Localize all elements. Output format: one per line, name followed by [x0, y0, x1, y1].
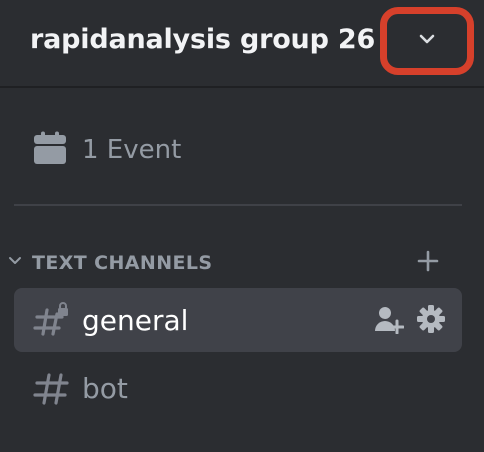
channel-general[interactable]: general — [14, 288, 462, 352]
channel-name: general — [82, 303, 189, 337]
server-header[interactable]: rapidanalysis group 26 — [0, 0, 484, 88]
channel-name: bot — [82, 371, 128, 405]
category-label: TEXT CHANNELS — [32, 252, 213, 274]
channel-bot[interactable]: bot — [14, 356, 462, 420]
gear-icon[interactable] — [414, 302, 448, 336]
invite-icon[interactable] — [372, 302, 406, 336]
chevron-down-icon — [415, 27, 439, 55]
hash-icon — [32, 370, 72, 410]
server-dropdown-button[interactable] — [380, 7, 474, 75]
events-link[interactable]: 1 Event — [32, 128, 181, 172]
events-label: 1 Event — [82, 135, 182, 165]
category-text-channels[interactable]: TEXT CHANNELS — [6, 246, 476, 280]
server-name: rapidanalysis group 26 — [30, 24, 376, 55]
add-channel-button[interactable] — [412, 246, 444, 280]
chevron-down-icon — [6, 252, 24, 274]
plus-icon — [416, 249, 440, 277]
hash-lock-icon — [32, 302, 72, 342]
divider — [14, 204, 462, 206]
calendar-icon — [32, 130, 68, 170]
